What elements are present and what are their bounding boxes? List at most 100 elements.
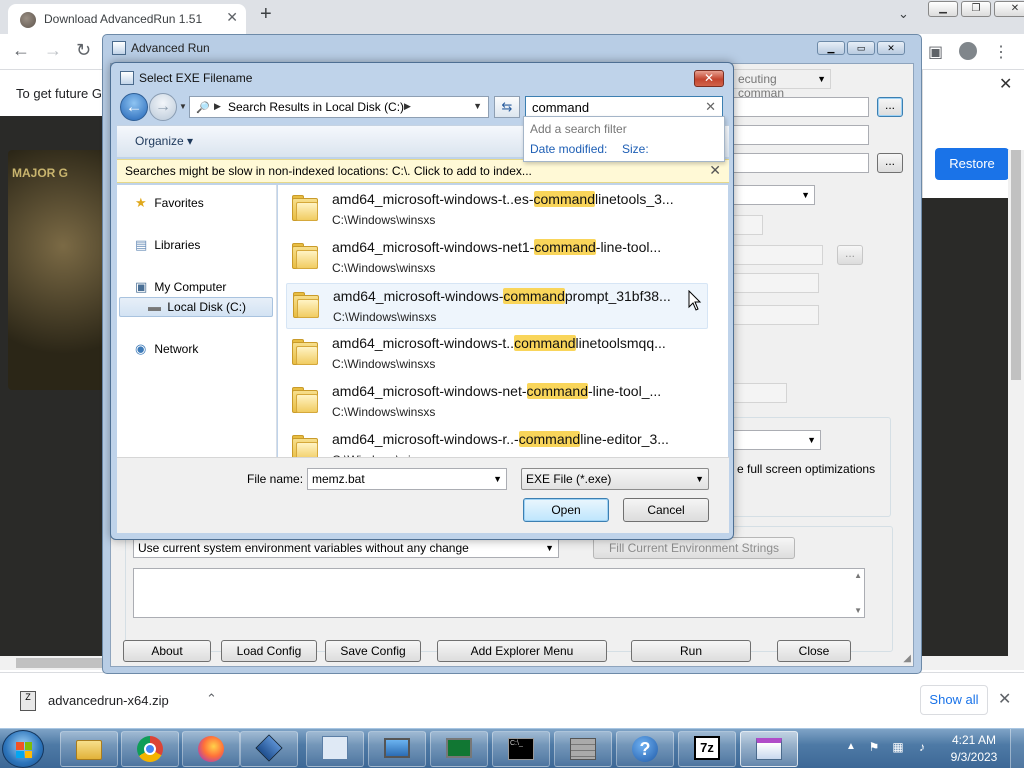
- about-button[interactable]: About: [123, 640, 211, 662]
- taskbar-cmd-button[interactable]: C:\_: [492, 731, 550, 767]
- clock-date[interactable]: 9/3/2023: [940, 750, 1008, 764]
- ar-close-button[interactable]: ✕: [877, 41, 905, 55]
- show-all-button[interactable]: Show all: [920, 685, 988, 715]
- breadcrumb-arrow-icon[interactable]: ▶: [404, 101, 411, 112]
- run-mode-combo[interactable]: ecuting comman ▼: [733, 69, 831, 100]
- reload-icon[interactable]: ↻: [76, 40, 91, 61]
- taskbar-task-manager-button[interactable]: [430, 731, 488, 767]
- back-button[interactable]: ←: [120, 93, 148, 121]
- taskbar-firefox-button[interactable]: [182, 731, 240, 767]
- fill-env-strings-button[interactable]: Fill Current Environment Strings: [593, 537, 795, 559]
- menu-dots-icon[interactable]: ⋮: [993, 42, 1009, 62]
- add-explorer-menu-button[interactable]: Add Explorer Menu: [437, 640, 607, 662]
- environment-text-area[interactable]: ▲ ▼: [133, 568, 865, 618]
- save-config-button[interactable]: Save Config: [325, 640, 421, 662]
- chevron-up-icon[interactable]: ⌃: [206, 691, 217, 707]
- clear-search-icon[interactable]: ✕: [705, 99, 716, 115]
- restore-close-icon[interactable]: ✕: [999, 74, 1012, 94]
- refresh-button[interactable]: ⇆: [494, 96, 520, 118]
- scroll-up-icon[interactable]: ▲: [854, 571, 862, 580]
- show-hidden-icons-icon[interactable]: ▲: [846, 741, 856, 752]
- dismiss-info-icon[interactable]: ✕: [709, 162, 721, 179]
- new-tab-button[interactable]: +: [260, 3, 272, 26]
- taskbar-control-panel-button[interactable]: [306, 731, 364, 767]
- list-item[interactable]: amd64_microsoft-windows-t..commandlineto…: [286, 331, 708, 377]
- close-window-button[interactable]: ✕: [994, 1, 1024, 17]
- window-state-field[interactable]: [733, 215, 763, 235]
- index-info-bar[interactable]: Searches might be slow in non-indexed lo…: [117, 159, 729, 183]
- list-item[interactable]: amd64_microsoft-windows-r..-commandline-…: [286, 427, 708, 457]
- open-button[interactable]: Open: [523, 498, 609, 522]
- nav-local-disk[interactable]: ▬ Local Disk (C:): [119, 297, 273, 317]
- taskbar-chrome-button[interactable]: [121, 731, 179, 767]
- flag-notification-icon[interactable]: ⚑: [866, 740, 882, 756]
- maximize-button[interactable]: ❐: [961, 1, 991, 17]
- taskbar-explorer-button[interactable]: [60, 731, 118, 767]
- volume-icon[interactable]: ♪: [914, 740, 930, 756]
- environment-mode-select[interactable]: Use current system environment variables…: [133, 538, 559, 558]
- list-item[interactable]: amd64_microsoft-windows-t..es-commandlin…: [286, 187, 708, 233]
- taskbar-computer-button[interactable]: [368, 731, 426, 767]
- ar-maximize-button[interactable]: ▭: [847, 41, 875, 55]
- organize-menu[interactable]: Organize ▾: [135, 134, 193, 148]
- forward-arrow-icon[interactable]: →: [44, 40, 62, 61]
- clock-time[interactable]: 4:21 AM: [946, 733, 1002, 747]
- scroll-down-icon[interactable]: ▼: [854, 606, 862, 615]
- dialog-close-button[interactable]: ✕: [694, 70, 724, 87]
- browse-dir-button[interactable]: ...: [877, 153, 903, 173]
- file-name-input[interactable]: memz.bat ▼: [307, 468, 507, 490]
- ar-minimize-button[interactable]: ▁: [817, 41, 845, 55]
- close-button[interactable]: Close: [777, 640, 851, 662]
- dropdown-arrow-icon[interactable]: ▼: [695, 474, 704, 484]
- dialog-titlebar[interactable]: Select EXE Filename ✕: [111, 63, 733, 91]
- browse-user-button[interactable]: ...: [837, 245, 863, 265]
- user-name-field[interactable]: [733, 245, 823, 265]
- resize-grip-icon[interactable]: ◢: [903, 653, 911, 664]
- nav-my-computer[interactable]: ▣ My Computer: [135, 279, 226, 295]
- file-type-select[interactable]: EXE File (*.exe) ▼: [521, 468, 709, 490]
- nav-network[interactable]: ◉ Network: [135, 341, 198, 357]
- arguments-field[interactable]: [733, 125, 869, 145]
- hscroll-thumb[interactable]: [16, 658, 106, 668]
- taskbar-advancedrun-button[interactable]: [740, 731, 798, 767]
- page-scrollbar[interactable]: [1008, 150, 1024, 670]
- list-item[interactable]: amd64_microsoft-windows-net-command-line…: [286, 379, 708, 425]
- show-desktop-button[interactable]: [1010, 729, 1024, 768]
- taskbar-help-button[interactable]: ?: [616, 731, 674, 767]
- advanced-run-titlebar[interactable]: Advanced Run ▁ ▭ ✕: [103, 35, 921, 61]
- breadcrumb-search-results[interactable]: Search Results in Local Disk (C:): [228, 100, 404, 114]
- cancel-button[interactable]: Cancel: [623, 498, 709, 522]
- minimize-button[interactable]: ▁: [928, 1, 958, 17]
- domain-field[interactable]: [733, 305, 819, 325]
- list-item[interactable]: amd64_microsoft-windows-net1-command-lin…: [286, 235, 708, 281]
- close-download-shelf-icon[interactable]: ✕: [998, 689, 1011, 709]
- profile-avatar[interactable]: [959, 42, 978, 60]
- address-dropdown-icon[interactable]: ▼: [473, 101, 482, 111]
- restore-button[interactable]: Restore: [935, 148, 1009, 180]
- side-panel-icon[interactable]: ▣: [928, 42, 943, 62]
- start-button[interactable]: [2, 730, 44, 768]
- close-tab-icon[interactable]: ✕: [226, 9, 238, 26]
- browse-program-button[interactable]: ...: [877, 97, 903, 117]
- forward-button[interactable]: →: [149, 93, 177, 121]
- tab-search-icon[interactable]: ⌄: [898, 6, 909, 22]
- program-path-field[interactable]: [733, 97, 869, 117]
- page-scrollbar-thumb[interactable]: [1011, 150, 1021, 380]
- cpu-affinity-field[interactable]: [733, 383, 787, 403]
- compatibility-combo[interactable]: ▼: [733, 430, 821, 450]
- filter-size[interactable]: Size:: [622, 142, 649, 156]
- download-filename[interactable]: advancedrun-x64.zip: [48, 693, 169, 708]
- list-item[interactable]: amd64_microsoft-windows-commandprompt_31…: [286, 283, 708, 329]
- load-config-button[interactable]: Load Config: [221, 640, 317, 662]
- nav-favorites[interactable]: ★ Favorites: [135, 195, 204, 211]
- network-tray-icon[interactable]: ▦: [890, 740, 906, 756]
- password-field[interactable]: [733, 273, 819, 293]
- address-bar[interactable]: 🔎 ▶ Search Results in Local Disk (C:) ▶ …: [189, 96, 489, 118]
- filter-date-modified[interactable]: Date modified:: [530, 142, 607, 156]
- search-input[interactable]: command ✕: [525, 96, 723, 118]
- fullscreen-optimizations-label[interactable]: e full screen optimizations: [737, 462, 875, 476]
- back-arrow-icon[interactable]: ←: [12, 40, 30, 61]
- taskbar-virtualbox-button[interactable]: [240, 731, 298, 767]
- recent-locations-icon[interactable]: ▼: [179, 102, 187, 111]
- breadcrumb-arrow-icon[interactable]: ▶: [214, 101, 221, 112]
